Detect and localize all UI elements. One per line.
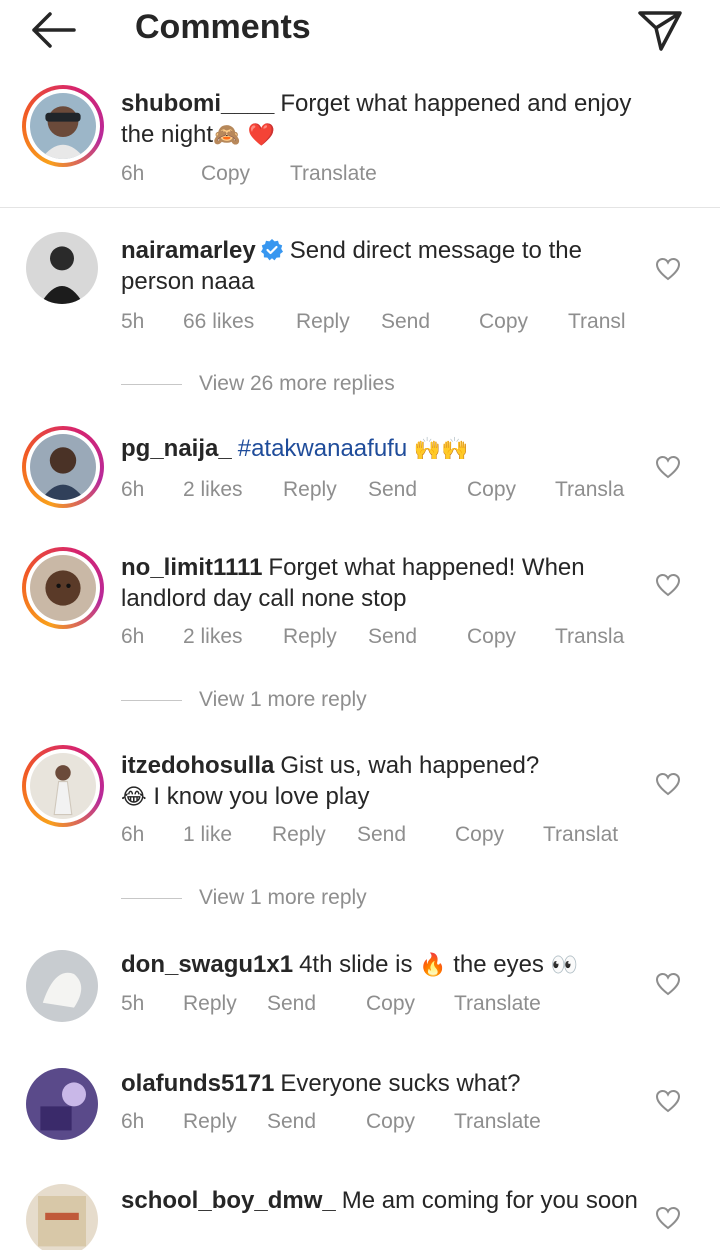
likes-count[interactable]: 66 likes — [183, 310, 254, 334]
translate-button[interactable]: Transl — [568, 310, 626, 334]
avatar[interactable] — [26, 232, 98, 304]
send-button[interactable]: Send — [267, 1110, 316, 1134]
copy-button[interactable]: Copy — [455, 823, 504, 847]
translate-button[interactable]: Translat — [543, 823, 618, 847]
view-replies-label[interactable]: View 1 more reply — [199, 886, 367, 910]
comment-text-continued: the eyes — [453, 951, 544, 978]
timestamp: 6h — [121, 1110, 145, 1133]
like-heart-icon[interactable] — [655, 455, 681, 479]
eyes-emoji: 👀 — [550, 953, 579, 978]
copy-button[interactable]: Copy — [467, 625, 516, 649]
avatar[interactable] — [26, 950, 98, 1022]
copy-button[interactable]: Copy — [366, 992, 415, 1016]
timestamp: 6h — [121, 162, 145, 185]
caption-emoji: 🙈 ❤️ — [213, 123, 275, 148]
timestamp: 6h — [121, 823, 145, 846]
replies-divider — [121, 384, 182, 385]
like-heart-icon[interactable] — [655, 1206, 681, 1230]
copy-button[interactable]: Copy — [366, 1110, 415, 1134]
reply-button[interactable]: Reply — [283, 625, 337, 649]
username[interactable]: don_swagu1x1 — [121, 951, 293, 978]
page-title: Comments — [135, 8, 311, 46]
timestamp: 5h — [121, 310, 145, 333]
fire-emoji: 🔥 — [419, 953, 447, 978]
likes-count[interactable]: 1 like — [183, 823, 232, 847]
copy-button[interactable]: Copy — [201, 162, 250, 186]
send-button[interactable]: Send — [357, 823, 406, 847]
likes-count[interactable]: 2 likes — [183, 625, 243, 649]
comment-text-block: itzedohosulla Gist us, wah happened? 😂 I k… — [121, 750, 641, 813]
avatar[interactable] — [22, 745, 104, 827]
header-bar: Comments — [0, 0, 720, 60]
timestamp: 5h — [121, 992, 145, 1015]
translate-button[interactable]: Translate — [454, 1110, 541, 1134]
translate-button[interactable]: Translate — [454, 992, 541, 1016]
hashtag-link[interactable]: #atakwanaafufu — [238, 435, 407, 462]
send-button[interactable]: Send — [381, 310, 430, 334]
comment-text-block: pg_naija_ #atakwanaafufu 🙌🙌 — [121, 433, 641, 465]
send-button[interactable]: Send — [368, 625, 417, 649]
like-heart-icon[interactable] — [655, 257, 681, 281]
comment-text: Me am coming for you soon — [341, 1187, 638, 1214]
verified-badge-icon — [260, 239, 283, 261]
reply-button[interactable]: Reply — [296, 310, 350, 334]
comment-emoji: 😂 — [121, 785, 147, 810]
username[interactable]: shubomi____ — [121, 90, 274, 117]
avatar[interactable] — [26, 1068, 98, 1140]
reply-button[interactable]: Reply — [272, 823, 326, 847]
avatar[interactable] — [22, 426, 104, 508]
caption-text: shubomi____ Forget what happened and enjo… — [121, 88, 641, 151]
send-button[interactable]: Send — [267, 992, 316, 1016]
replies-divider — [121, 898, 182, 899]
translate-button[interactable]: Translate — [290, 162, 377, 186]
username[interactable]: no_limit1111 — [121, 554, 262, 581]
view-replies-label[interactable]: View 1 more reply — [199, 688, 367, 712]
translate-button[interactable]: Transla — [555, 478, 624, 502]
send-paper-plane-icon[interactable] — [634, 6, 686, 54]
comment-text: Everyone sucks what? — [280, 1070, 521, 1097]
username[interactable]: school_boy_dmw_ — [121, 1187, 336, 1214]
avatar[interactable] — [22, 85, 104, 167]
comment-text-block: nairamarley Send direct message to the pe… — [121, 235, 641, 297]
comment-text-block: don_swagu1x1 4th slide is 🔥 the eyes 👀 — [121, 949, 641, 981]
view-replies-label[interactable]: View 26 more replies — [199, 372, 395, 396]
reply-button[interactable]: Reply — [183, 1110, 237, 1134]
username[interactable]: itzedohosulla — [121, 752, 274, 779]
like-heart-icon[interactable] — [655, 1089, 681, 1113]
avatar[interactable] — [26, 1184, 98, 1250]
post-caption: shubomi____ Forget what happened and enjo… — [0, 80, 720, 208]
comment-text: Gist us, wah happened? — [280, 752, 540, 779]
avatar[interactable] — [22, 547, 104, 629]
copy-button[interactable]: Copy — [479, 310, 528, 334]
copy-button[interactable]: Copy — [467, 478, 516, 502]
comment-text-block: no_limit1111 Forget what happened! When l… — [121, 552, 641, 614]
send-button[interactable]: Send — [368, 478, 417, 502]
username[interactable]: olafunds5171 — [121, 1070, 274, 1097]
back-arrow-icon[interactable] — [28, 8, 78, 52]
comment-text: 4th slide is — [299, 951, 413, 978]
comment-text-continued: I know you love play — [153, 783, 370, 810]
like-heart-icon[interactable] — [655, 772, 681, 796]
comment-emoji: 🙌🙌 — [413, 437, 469, 462]
comment-text-block: school_boy_dmw_ Me am coming for you soon — [121, 1185, 641, 1216]
reply-button[interactable]: Reply — [283, 478, 337, 502]
replies-divider — [121, 700, 182, 701]
reply-button[interactable]: Reply — [183, 992, 237, 1016]
username[interactable]: nairamarley — [121, 237, 256, 264]
comment-text-block: olafunds5171 Everyone sucks what? — [121, 1068, 641, 1099]
like-heart-icon[interactable] — [655, 573, 681, 597]
timestamp: 6h — [121, 625, 145, 648]
username[interactable]: pg_naija_ — [121, 435, 232, 462]
timestamp: 6h — [121, 478, 145, 501]
likes-count[interactable]: 2 likes — [183, 478, 243, 502]
like-heart-icon[interactable] — [655, 972, 681, 996]
translate-button[interactable]: Transla — [555, 625, 624, 649]
